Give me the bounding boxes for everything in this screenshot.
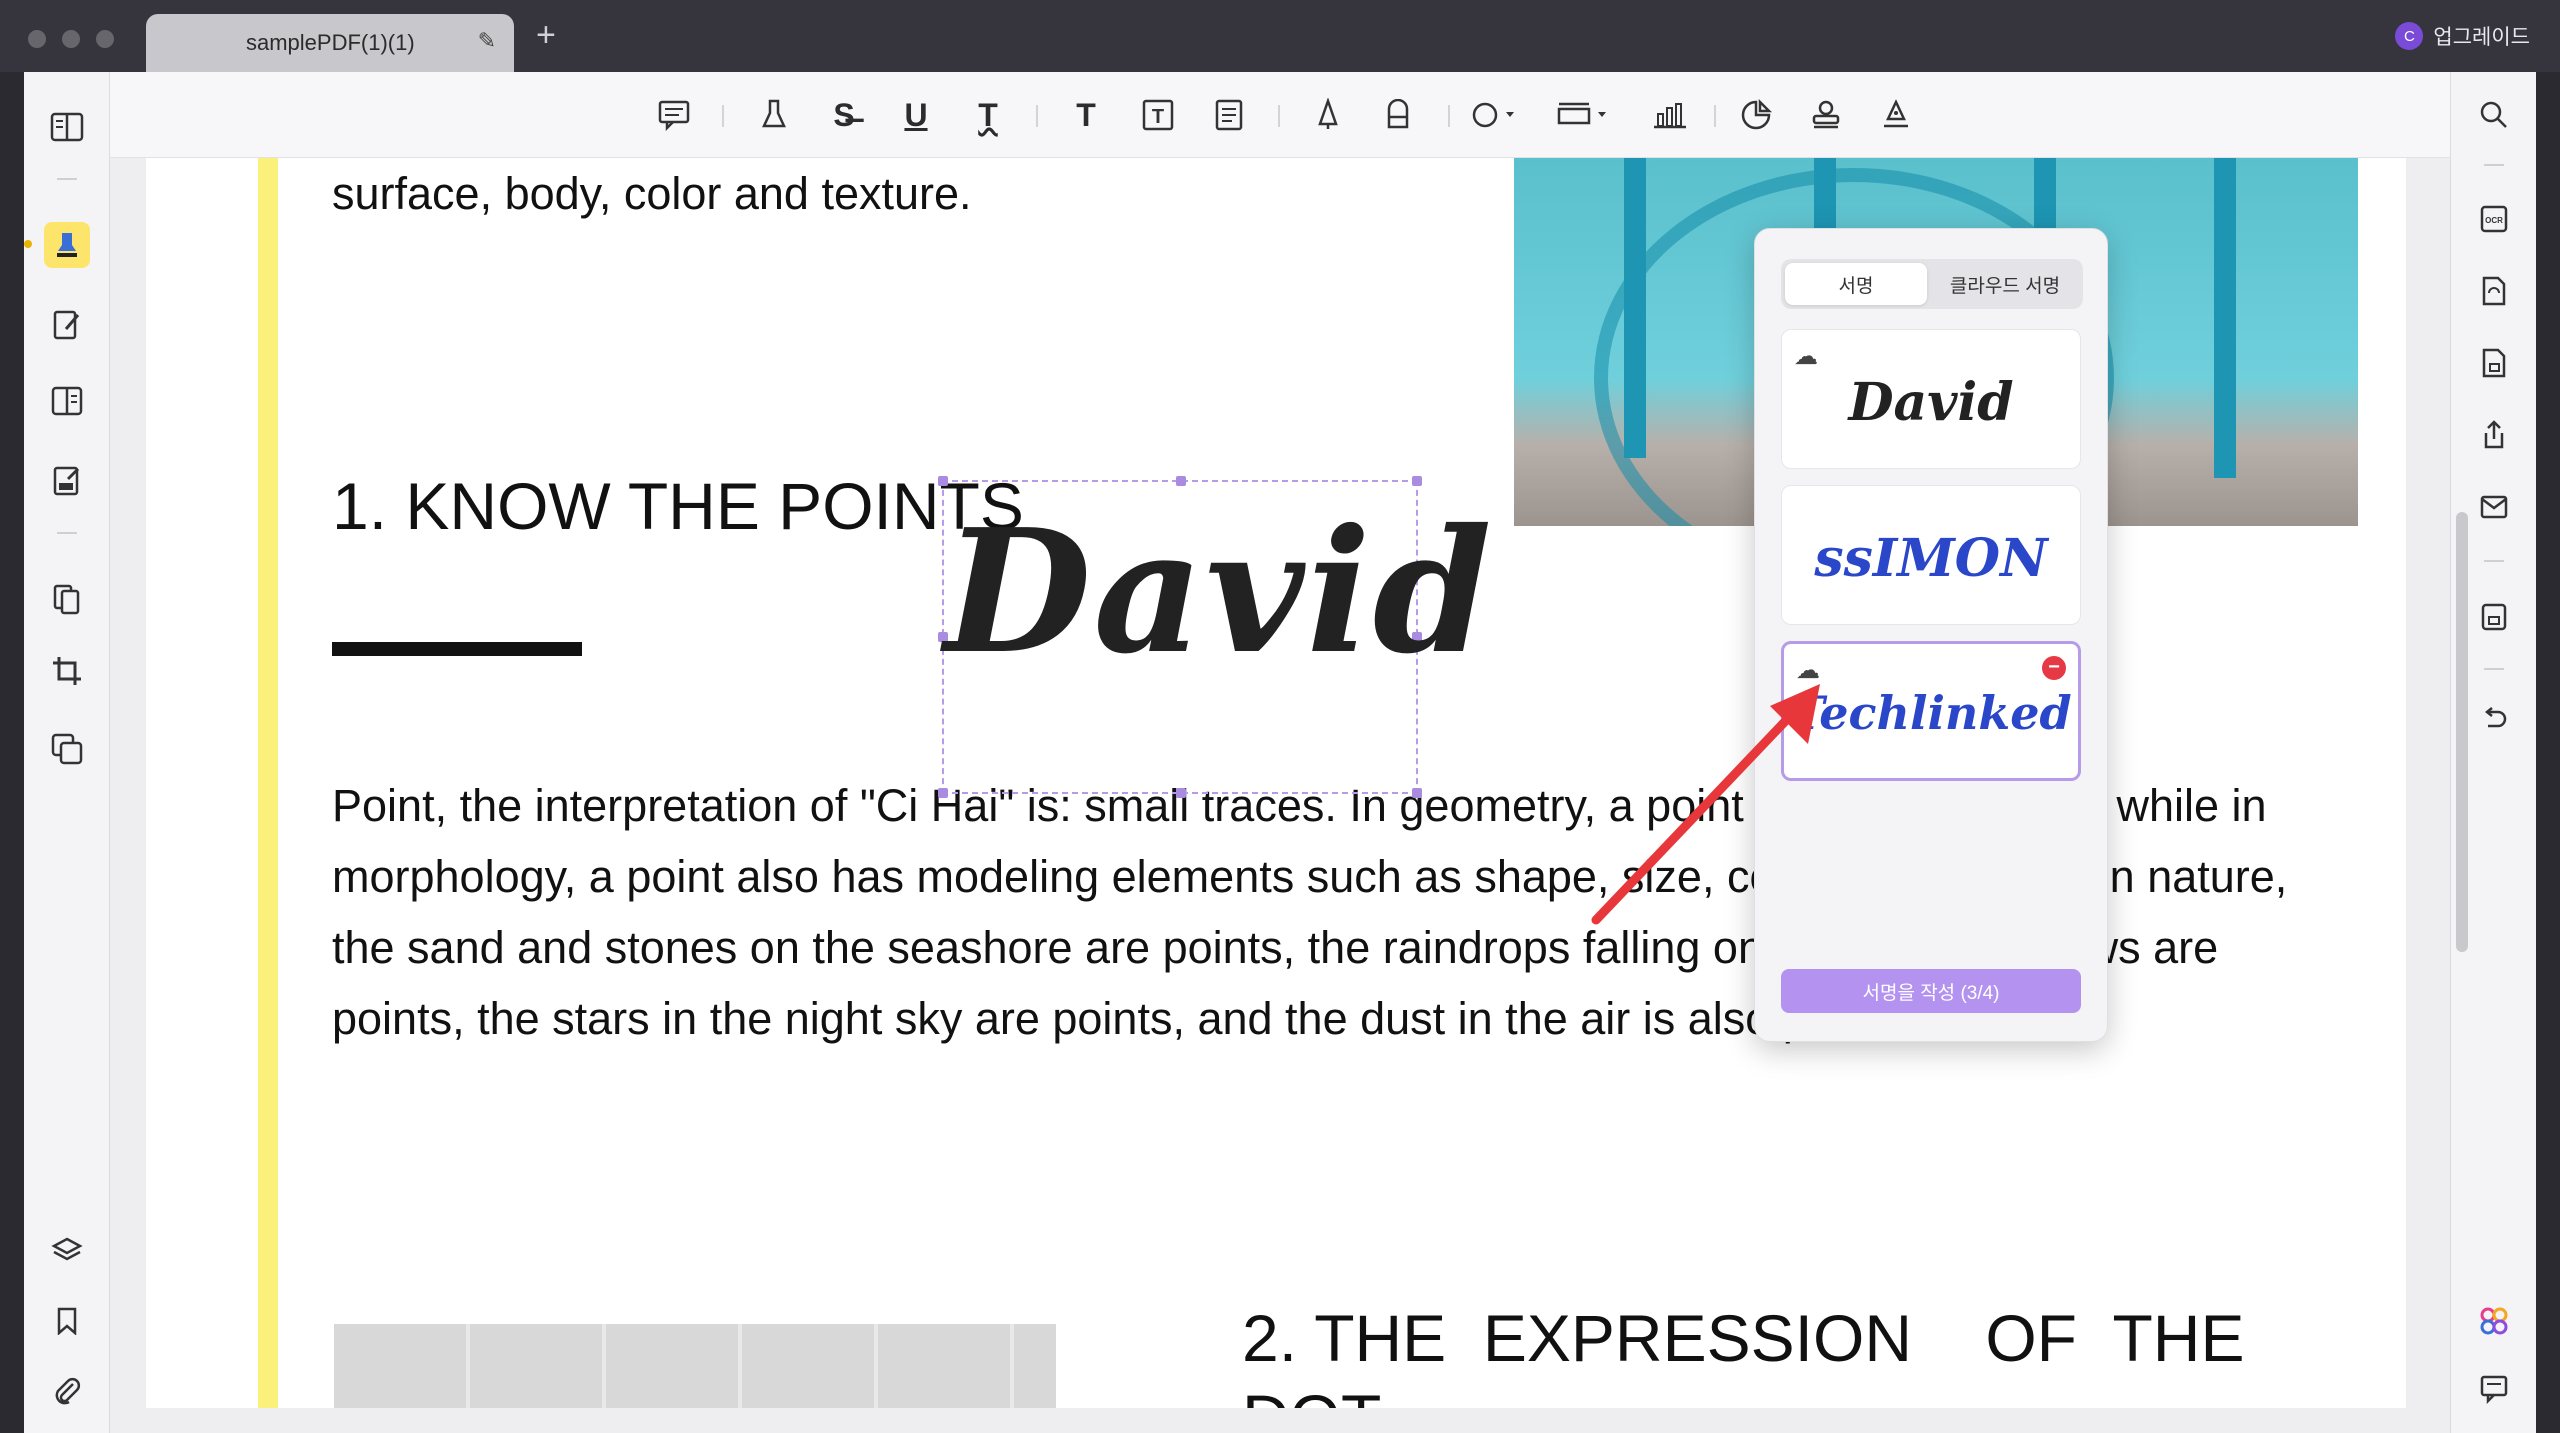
chart-icon[interactable]	[1650, 90, 1690, 140]
rename-pencil-icon[interactable]: ✎	[478, 28, 496, 54]
text-callout-icon[interactable]	[1208, 90, 1248, 140]
layers-icon[interactable]	[44, 1228, 90, 1274]
new-tab-button[interactable]: +	[536, 18, 556, 52]
resize-handle[interactable]	[938, 476, 948, 486]
convert-pdf-icon[interactable]	[2471, 268, 2517, 314]
edit-pdf-icon[interactable]	[44, 302, 90, 348]
create-signature-button[interactable]: 서명을 작성 (3/4)	[1781, 969, 2081, 1013]
signature-preview: David	[1848, 372, 2014, 433]
tab-cloud-signature[interactable]: 클라우드 서명	[1931, 263, 2079, 305]
toolbar-divider	[1448, 105, 1450, 127]
form-edit-icon[interactable]	[44, 458, 90, 504]
active-indicator	[24, 240, 32, 248]
attachment-icon[interactable]	[44, 1368, 90, 1414]
text-icon[interactable]: T	[1066, 90, 1106, 140]
app-window: S̶ U T T T surface, body, color and text…	[24, 72, 2536, 1433]
upgrade-button[interactable]: C 업그레이드	[2395, 18, 2530, 54]
signature-tabs: 서명 클라우드 서명	[1781, 259, 2083, 309]
title-bar: samplePDF(1)(1) ✎ + C 업그레이드	[0, 0, 2560, 72]
svg-text:OCR: OCR	[2485, 216, 2503, 225]
underline-icon[interactable]: U	[896, 90, 936, 140]
highlight-strip	[258, 158, 278, 1408]
cloud-sync-icon[interactable]: ☁	[1794, 342, 1818, 371]
resize-handle[interactable]	[938, 788, 948, 798]
remove-signature-icon[interactable]: −	[2042, 656, 2066, 680]
close-window-button[interactable]	[28, 30, 46, 48]
page-view-icon[interactable]	[44, 378, 90, 424]
sidebar-divider	[2484, 668, 2504, 670]
signature-card-david[interactable]: ☁ David	[1781, 329, 2081, 469]
reader-mode-icon[interactable]	[44, 104, 90, 150]
ocr-icon[interactable]: OCR	[2471, 196, 2517, 242]
organize-pages-icon[interactable]	[44, 576, 90, 622]
squiggly-underline-icon[interactable]: T	[968, 90, 1008, 140]
stamp-icon[interactable]	[1806, 90, 1846, 140]
heading-know-the-points: 1. KNOW THE POINTS	[332, 469, 1024, 543]
eraser-icon[interactable]	[1378, 90, 1418, 140]
strikethrough-icon[interactable]: S̶	[824, 90, 864, 140]
search-icon[interactable]	[2471, 92, 2517, 138]
sidebar-divider	[57, 178, 77, 180]
tab-title: samplePDF(1)(1)	[246, 30, 415, 55]
email-icon[interactable]	[2471, 484, 2517, 530]
red-arrow-annotation	[1591, 684, 1820, 925]
signature-preview: ssIMON	[1814, 528, 2048, 589]
minimize-window-button[interactable]	[62, 30, 80, 48]
sidebar-divider	[2484, 560, 2504, 562]
resize-handle[interactable]	[1412, 788, 1422, 798]
resize-handle[interactable]	[1176, 788, 1186, 798]
vertical-scrollbar[interactable]	[2456, 512, 2468, 952]
signature-card-simon[interactable]: ssIMON	[1781, 485, 2081, 625]
placed-signature[interactable]: David	[944, 492, 1494, 692]
heading-expression-of-the-dot: 2. THE EXPRESSION OF THE DOT	[1242, 1301, 2245, 1408]
signature-icon[interactable]	[1876, 90, 1916, 140]
left-sidebar	[24, 72, 110, 1433]
sidebar-divider	[57, 532, 77, 534]
measure-dropdown-icon[interactable]	[1556, 90, 1612, 140]
annotation-toolbar: S̶ U T T T	[110, 72, 2450, 158]
crop-icon[interactable]	[44, 648, 90, 694]
svg-text:T: T	[1152, 106, 1164, 128]
heading-rule	[332, 642, 582, 656]
toolbar-divider	[722, 105, 724, 127]
save-icon[interactable]	[2471, 594, 2517, 640]
highlight-icon[interactable]	[754, 90, 794, 140]
share-icon[interactable]	[2471, 412, 2517, 458]
comment-icon[interactable]	[654, 90, 694, 140]
shape-dropdown-icon[interactable]	[1470, 90, 1520, 140]
sidebar-divider	[2484, 164, 2504, 166]
resize-handle[interactable]	[1176, 476, 1186, 486]
brick-photo	[334, 1324, 1056, 1408]
toolbar-divider	[1036, 105, 1038, 127]
doc-line: surface, body, color and texture.	[332, 168, 972, 219]
toolbar-divider	[1714, 105, 1716, 127]
text-box-icon[interactable]: T	[1138, 90, 1178, 140]
pencil-icon[interactable]	[1308, 90, 1348, 140]
zoom-window-button[interactable]	[96, 30, 114, 48]
tab-signature[interactable]: 서명	[1785, 263, 1927, 305]
toolbar-divider	[1278, 105, 1280, 127]
document-tab[interactable]: samplePDF(1)(1) ✎	[146, 14, 514, 72]
bookmark-icon[interactable]	[44, 1298, 90, 1344]
comment-mode-highlighter-icon[interactable]	[44, 222, 90, 268]
compare-files-icon[interactable]	[44, 726, 90, 772]
resize-handle[interactable]	[1412, 476, 1422, 486]
ai-assistant-icon[interactable]	[2471, 1298, 2517, 1344]
sticker-icon[interactable]	[1736, 90, 1776, 140]
user-avatar: C	[2395, 22, 2424, 50]
comments-panel-icon[interactable]	[2471, 1366, 2517, 1412]
upgrade-label: 업그레이드	[2433, 26, 2530, 49]
undo-icon[interactable]	[2471, 696, 2517, 742]
protect-pdf-icon[interactable]	[2471, 340, 2517, 386]
